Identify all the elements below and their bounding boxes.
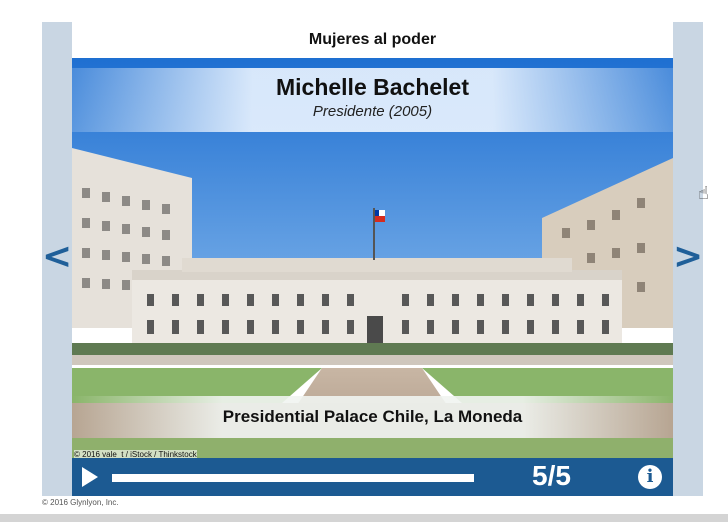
bottom-bar [0,514,728,522]
slide-counter: 5/5 [532,460,571,491]
next-slide-button[interactable]: > [673,232,703,282]
slide-header-title: Mujeres al poder [308,31,437,48]
slide-card: Mujeres al poder Michelle Bachelet Presi… [72,22,673,496]
photo-caption: Presidential Palace Chile, La Moneda [72,396,673,438]
play-icon[interactable] [82,467,98,487]
palace-photo: Michelle Bachelet Presidente (2005) Pres… [72,58,673,472]
previous-slide-button[interactable]: < [42,232,72,282]
progress-bar[interactable] [112,474,474,482]
person-role: Presidente (2005) [312,103,433,120]
hand-cursor-icon: ☝ [698,183,709,204]
info-icon[interactable]: i [638,465,662,489]
person-name: Michelle Bachelet [275,74,470,100]
name-panel: Michelle Bachelet Presidente (2005) [72,68,673,132]
copyright-notice: © 2016 Glynlyon, Inc. [42,498,119,507]
player-controls: 5/5 i [72,458,673,496]
